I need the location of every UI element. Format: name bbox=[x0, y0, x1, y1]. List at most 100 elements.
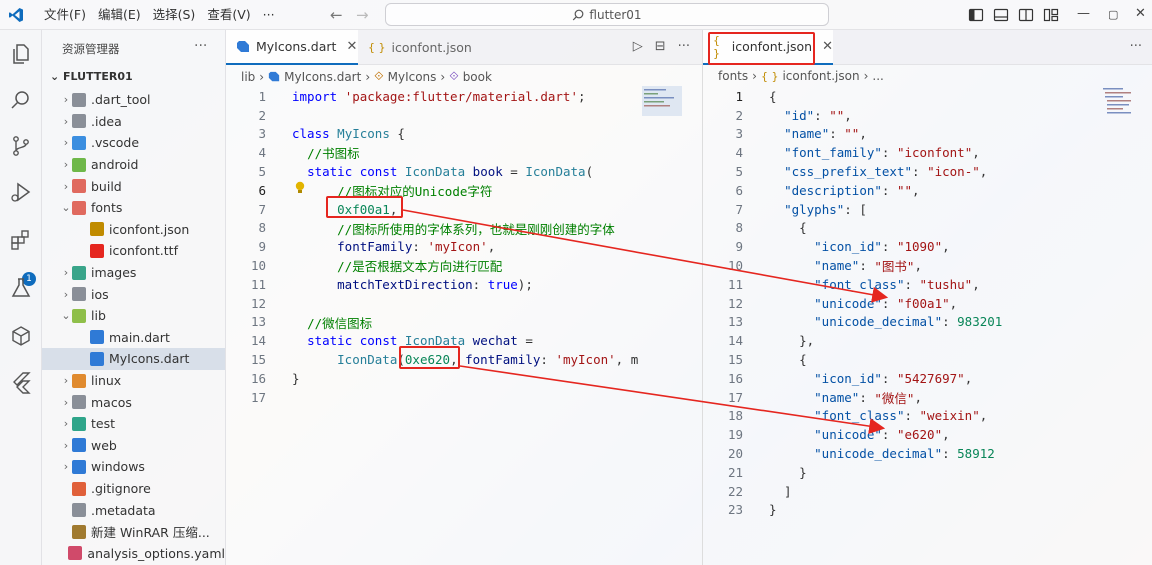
code-line: 9 "icon_id": "1090", bbox=[703, 237, 950, 256]
code-line: 3 class MyIcons { bbox=[226, 125, 404, 144]
cube-icon[interactable] bbox=[9, 324, 33, 348]
code-token: ( bbox=[585, 164, 594, 180]
tree-item-label: MyIcons.dart bbox=[109, 351, 190, 367]
run-icon[interactable]: ▷ bbox=[633, 39, 643, 54]
lightbulb-icon[interactable] bbox=[294, 181, 306, 195]
tree-item[interactable]: › linux bbox=[42, 370, 225, 392]
breadcrumb-item[interactable]: lib bbox=[241, 70, 255, 84]
breadcrumb-item[interactable]: ... bbox=[872, 69, 883, 83]
chevron-right-icon: › bbox=[63, 374, 69, 388]
breadcrumb-item[interactable]: fonts bbox=[718, 69, 748, 83]
code-token: : bbox=[881, 370, 897, 386]
tree-item[interactable]: › .vscode bbox=[42, 132, 225, 154]
tree-item[interactable]: › web bbox=[42, 435, 225, 457]
code-line: 8 { bbox=[703, 219, 806, 238]
menu-more[interactable]: ··· bbox=[257, 0, 281, 30]
source-control-icon[interactable] bbox=[9, 134, 33, 158]
tree-item[interactable]: › android bbox=[42, 154, 225, 176]
toggle-secondary-sidebar-icon[interactable] bbox=[1018, 7, 1034, 23]
close-window-icon[interactable]: ✕ bbox=[1135, 6, 1146, 21]
breadcrumb-item[interactable]: book bbox=[463, 70, 492, 84]
tree-item[interactable]: › windows bbox=[42, 456, 225, 478]
extensions-icon[interactable] bbox=[9, 228, 33, 252]
tree-item-label: windows bbox=[91, 459, 145, 475]
search-icon[interactable] bbox=[9, 88, 33, 112]
explorer-files-icon[interactable] bbox=[9, 42, 33, 66]
minimize-icon[interactable]: — bbox=[1077, 6, 1090, 21]
tree-item[interactable]: › ios bbox=[42, 283, 225, 305]
chevron-down-icon: ⌄ bbox=[50, 70, 64, 83]
menu-file[interactable]: 文件(F) bbox=[38, 0, 92, 30]
dart-file-icon bbox=[268, 71, 280, 81]
tree-item[interactable]: iconfont.json bbox=[42, 219, 225, 241]
code-token: //书图标 bbox=[307, 146, 360, 162]
tab-iconfont-json[interactable]: { } iconfont.json bbox=[358, 30, 486, 65]
minimap[interactable] bbox=[1101, 86, 1141, 126]
tree-item-label: .gitignore bbox=[91, 481, 151, 497]
tree-item[interactable]: › test bbox=[42, 413, 225, 435]
close-tab-icon[interactable]: ✕ bbox=[346, 39, 357, 54]
split-editor-icon[interactable]: ⊟ bbox=[655, 39, 666, 54]
restore-icon[interactable]: ▢ bbox=[1108, 8, 1118, 21]
breadcrumb-item[interactable]: MyIcons.dart bbox=[284, 70, 361, 84]
customize-layout-icon[interactable] bbox=[1043, 7, 1059, 23]
explorer-more-button[interactable]: ··· bbox=[194, 38, 207, 54]
more-actions-icon[interactable]: ··· bbox=[1130, 39, 1142, 54]
testing-flask-icon[interactable] bbox=[9, 276, 33, 300]
tree-item[interactable]: › .dart_tool bbox=[42, 89, 225, 111]
tab-myicons-dart[interactable]: MyIcons.dart ✕ bbox=[226, 30, 358, 65]
tree-item[interactable]: .gitignore bbox=[42, 478, 225, 500]
tree-item[interactable]: › build bbox=[42, 175, 225, 197]
line-number: 20 bbox=[727, 446, 743, 462]
tree-item[interactable]: ⌄ fonts bbox=[42, 197, 225, 219]
code-token: , bbox=[912, 182, 920, 198]
tree-item[interactable]: › macos bbox=[42, 391, 225, 413]
line-number: 7 bbox=[258, 201, 266, 217]
explorer-root-folder[interactable]: ⌄ FLUTTER01 bbox=[50, 70, 133, 83]
menu-selection[interactable]: 选择(S) bbox=[147, 0, 202, 30]
tree-item[interactable]: MyIcons.dart bbox=[42, 348, 225, 370]
run-debug-icon[interactable] bbox=[9, 180, 33, 204]
tree-item[interactable]: main.dart bbox=[42, 327, 225, 349]
code-token: , bbox=[942, 239, 950, 255]
tree-item[interactable]: iconfont.ttf bbox=[42, 240, 225, 262]
toggle-panel-icon[interactable] bbox=[993, 7, 1009, 23]
menu-edit[interactable]: 编辑(E) bbox=[92, 0, 147, 30]
code-line: 14 static const IconData wechat = bbox=[226, 331, 533, 350]
code-token: "iconfont" bbox=[896, 145, 973, 161]
line-number: 8 bbox=[735, 220, 743, 236]
flutter-icon[interactable] bbox=[9, 370, 33, 394]
line-number: 21 bbox=[727, 464, 743, 480]
tree-item[interactable]: ⌄ lib bbox=[42, 305, 225, 327]
line-number: 5 bbox=[258, 164, 266, 180]
code-line: 2 bbox=[226, 106, 292, 125]
tree-item[interactable]: › .idea bbox=[42, 111, 225, 133]
tree-item[interactable]: analysis_options.yaml bbox=[42, 543, 225, 565]
chevron-right-icon: › bbox=[63, 114, 69, 128]
tree-item-label: web bbox=[91, 437, 117, 453]
tree-item[interactable]: 新建 WinRAR 压缩... bbox=[42, 521, 225, 543]
forward-arrow-icon[interactable]: → bbox=[356, 6, 369, 24]
command-center[interactable]: flutter01 bbox=[385, 3, 829, 26]
breadcrumb-item[interactable]: MyIcons bbox=[388, 70, 437, 84]
file-type-icon bbox=[72, 438, 86, 453]
more-actions-icon[interactable]: ··· bbox=[678, 39, 690, 54]
breadcrumb-item[interactable]: iconfont.json bbox=[782, 69, 859, 83]
tree-item[interactable]: › images bbox=[42, 262, 225, 284]
toggle-sidebar-icon[interactable] bbox=[968, 7, 984, 23]
code-editor-dart[interactable]: 1 import 'package:flutter/material.dart';… bbox=[226, 87, 702, 565]
code-token: static bbox=[307, 164, 353, 180]
code-token: : bbox=[472, 276, 488, 292]
menu-view[interactable]: 查看(V) bbox=[201, 0, 256, 30]
tree-item[interactable]: .metadata bbox=[42, 499, 225, 521]
minimap[interactable] bbox=[642, 86, 682, 126]
file-type-icon bbox=[72, 308, 86, 323]
close-tab-icon[interactable]: ✕ bbox=[822, 39, 833, 54]
code-editor-json[interactable]: 1{2 "id": "", 3 "name": "", 4 "font_family… bbox=[703, 87, 1152, 565]
back-arrow-icon[interactable]: ← bbox=[330, 6, 343, 24]
